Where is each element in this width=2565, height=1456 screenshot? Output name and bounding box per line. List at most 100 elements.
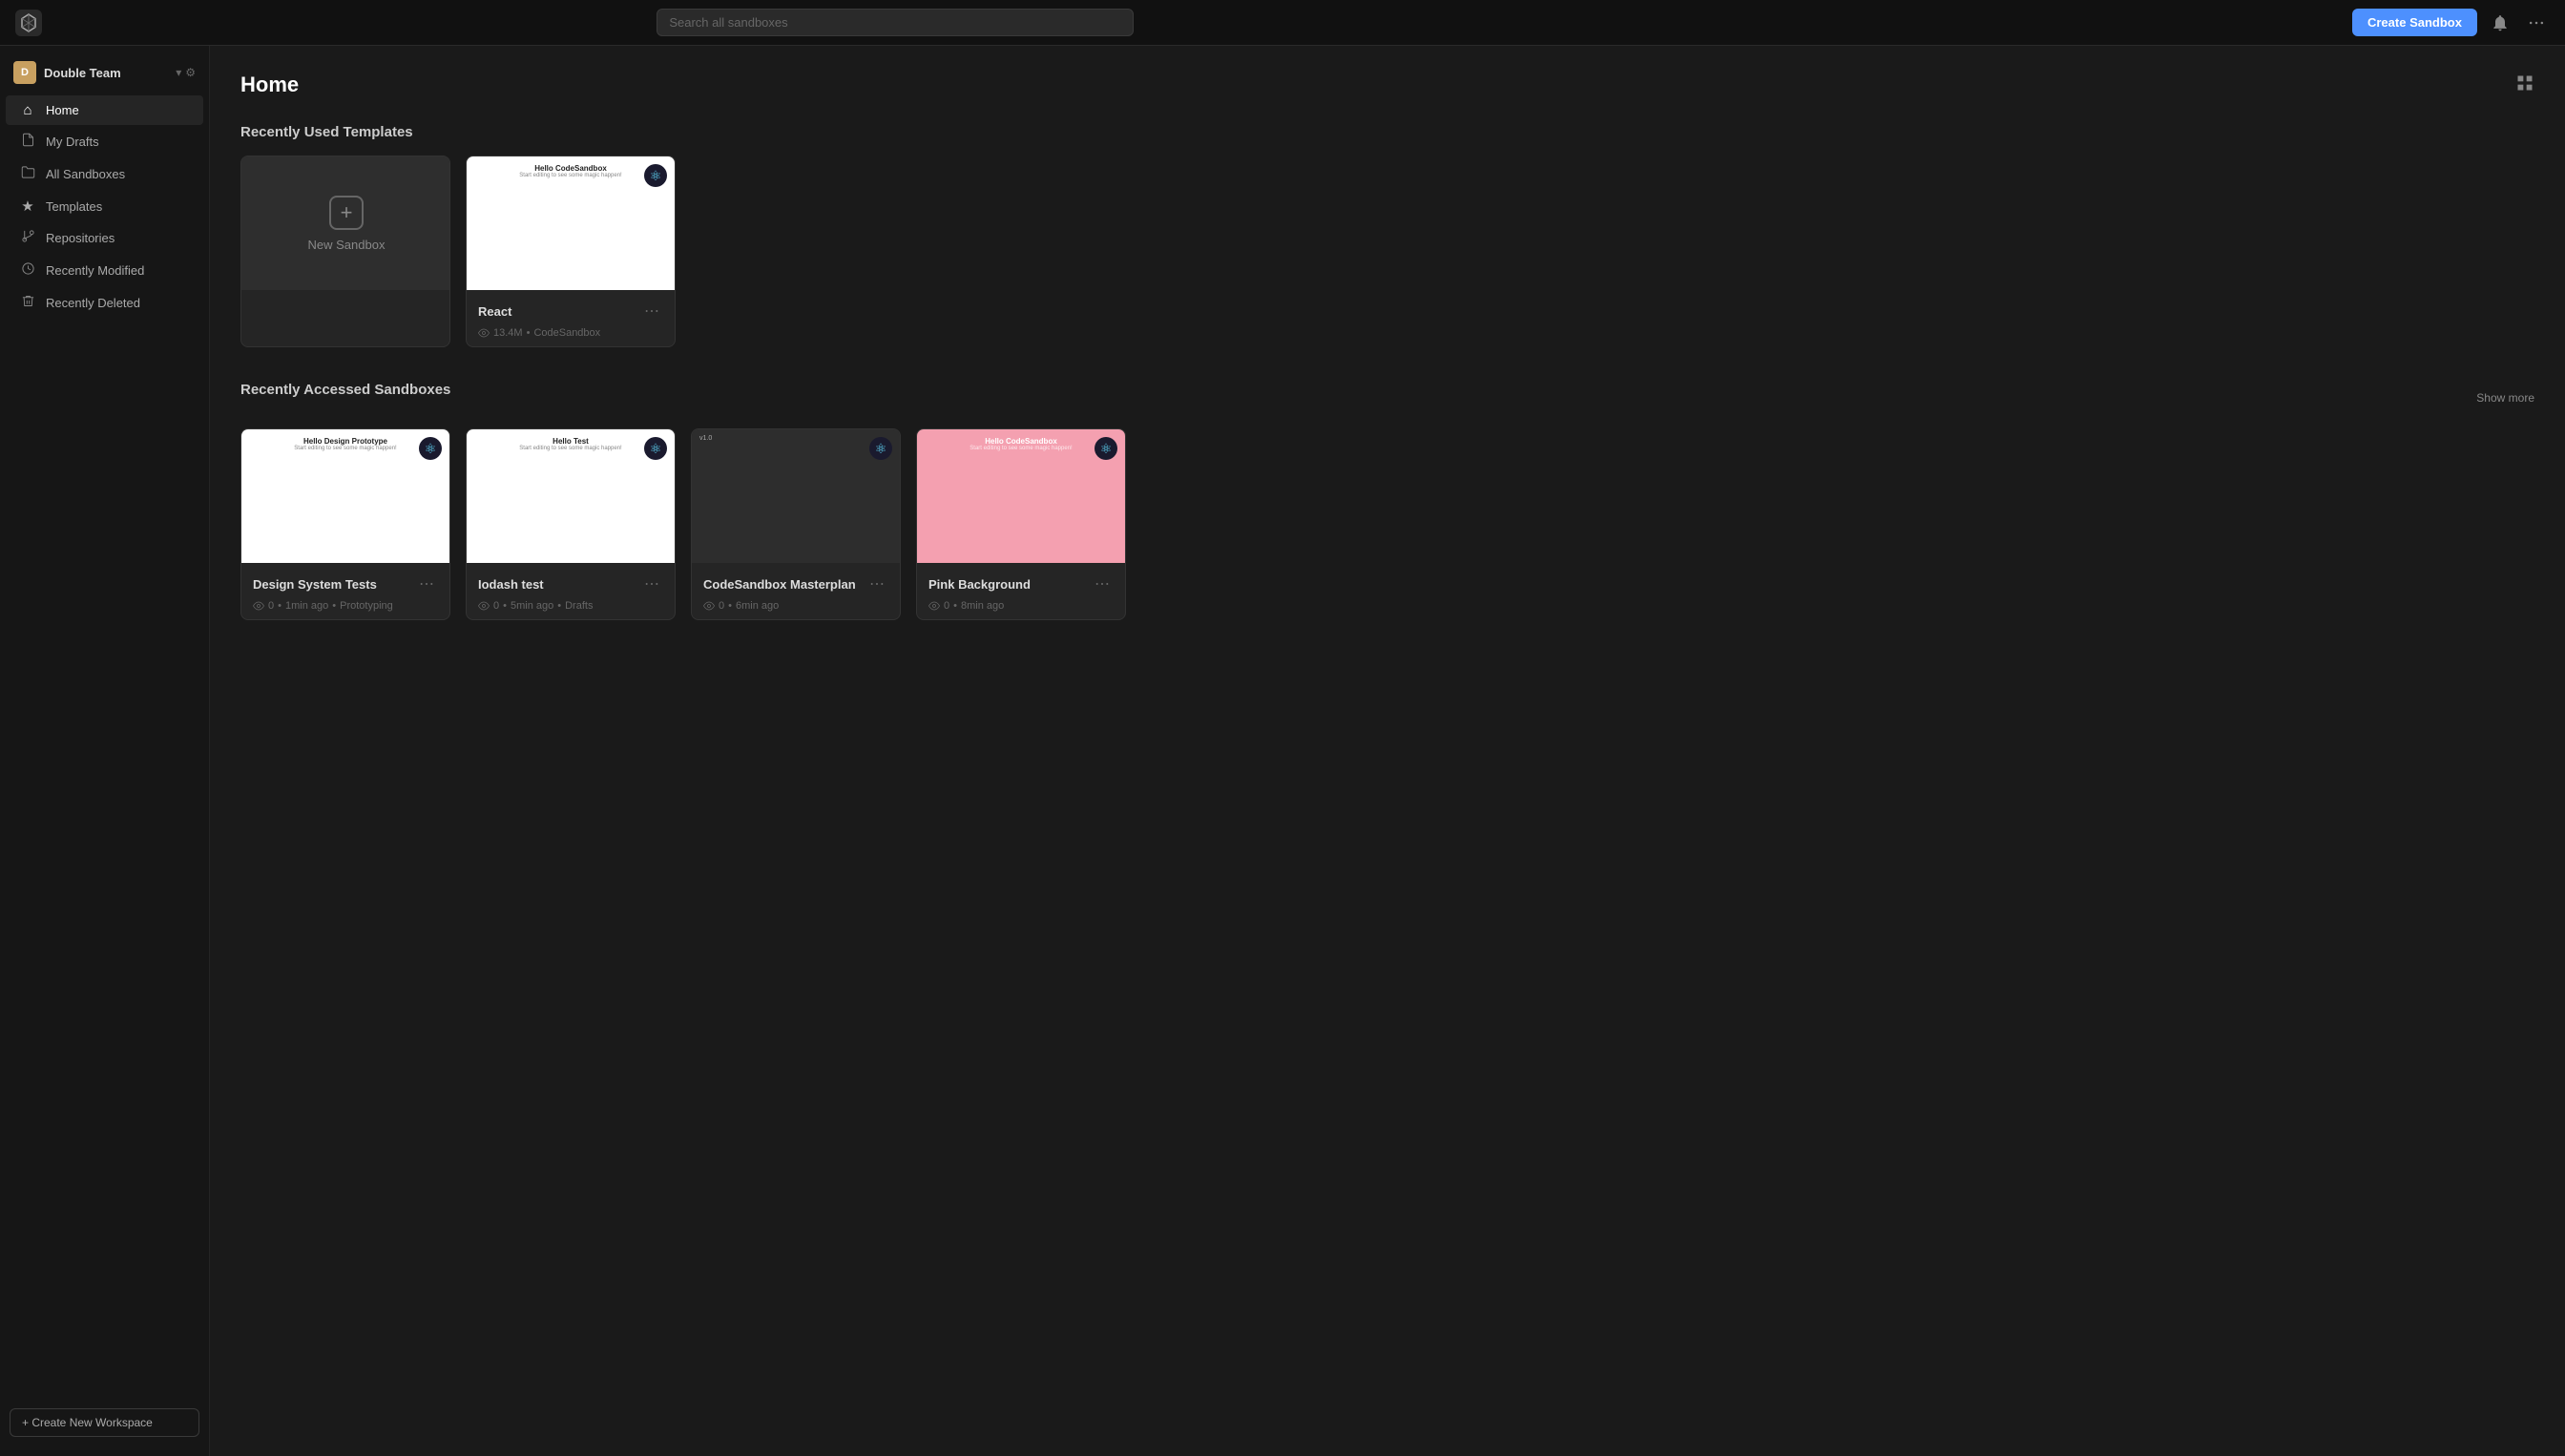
masterplan-time: 6min ago [736, 600, 779, 612]
show-more-button[interactable]: Show more [2476, 391, 2534, 405]
lodash-card-name: Iodash test [478, 577, 544, 592]
search-container [657, 9, 1134, 36]
team-name: Double Team [44, 66, 168, 80]
team-avatar: D [13, 61, 36, 84]
sidebar-item-recently-deleted[interactable]: Recently Deleted [6, 287, 203, 319]
react-views: 13.4M [493, 327, 523, 339]
design-card-menu-button[interactable]: ⋯ [415, 572, 438, 595]
sandbox-card-masterplan[interactable]: v1.0 ⚛ CodeSandbox Masterplan ⋯ [691, 428, 901, 620]
sidebar-item-recently-modified[interactable]: Recently Modified [6, 255, 203, 286]
lodash-views: 0 [493, 600, 499, 612]
new-sandbox-card[interactable]: + New Sandbox [240, 156, 450, 347]
sandboxes-section-header: Recently Accessed Sandboxes Show more [240, 382, 2534, 413]
more-options-button[interactable] [2523, 10, 2550, 36]
grid-toggle-button[interactable] [2515, 73, 2534, 97]
design-preview-inner: Hello Design Prototype Start editing to … [241, 429, 449, 459]
new-sandbox-preview: + New Sandbox [241, 156, 450, 290]
sidebar-item-templates[interactable]: ★ Templates [6, 191, 203, 221]
main-content: Home Recently Used Templates + New Sandb… [210, 46, 2565, 1456]
design-card-meta: 0 • 1min ago • Prototyping [253, 600, 438, 612]
templates-section: Recently Used Templates + New Sandbox He… [240, 124, 2534, 347]
lodash-time: 5min ago [511, 600, 553, 612]
star-icon: ★ [19, 198, 36, 215]
home-icon: ⌂ [19, 102, 36, 118]
masterplan-card-name-row: CodeSandbox Masterplan ⋯ [703, 572, 888, 595]
design-views: 0 [268, 600, 274, 612]
masterplan-card-info: CodeSandbox Masterplan ⋯ 0 • 6min ago [692, 563, 900, 619]
design-icon-badge: ⚛ [419, 437, 442, 460]
pink-card-menu-button[interactable]: ⋯ [1091, 572, 1114, 595]
design-card-name-row: Design System Tests ⋯ [253, 572, 438, 595]
lodash-react-icon: ⚛ [650, 441, 662, 457]
sidebar-item-home[interactable]: ⌂ Home [6, 95, 203, 125]
sandboxes-section: Recently Accessed Sandboxes Show more He… [240, 382, 2534, 620]
pink-views: 0 [944, 600, 949, 612]
sandbox-card-design-system[interactable]: Hello Design Prototype Start editing to … [240, 428, 450, 620]
topbar-right: Create Sandbox [2352, 9, 2550, 36]
create-sandbox-button[interactable]: Create Sandbox [2352, 9, 2477, 36]
lodash-preview-title: Hello Test [476, 437, 665, 446]
react-preview-title: Hello CodeSandbox [476, 164, 665, 173]
lodash-preview-sub: Start editing to see some magic happen! [476, 446, 665, 451]
chevron-down-icon: ▾ [176, 66, 181, 79]
masterplan-preview-title: v1.0 [699, 435, 892, 442]
masterplan-card-meta: 0 • 6min ago [703, 600, 888, 612]
templates-grid: + New Sandbox Hello CodeSandbox Start ed… [240, 156, 2534, 347]
masterplan-preview: v1.0 ⚛ [692, 429, 900, 563]
sandboxes-grid: Hello Design Prototype Start editing to … [240, 428, 2534, 620]
sandbox-card-pink[interactable]: Hello CodeSandbox Start editing to see s… [916, 428, 1126, 620]
pink-preview-title: Hello CodeSandbox [927, 437, 1116, 446]
pink-preview-sub: Start editing to see some magic happen! [927, 446, 1116, 451]
sandbox-card-lodash[interactable]: Hello Test Start editing to see some mag… [466, 428, 676, 620]
react-card-menu-button[interactable]: ⋯ [640, 300, 663, 322]
sidebar-bottom: + Create New Workspace [0, 1397, 209, 1448]
pink-icon-badge: ⚛ [1095, 437, 1117, 460]
sidebar-item-label: Recently Modified [46, 263, 144, 278]
team-icons: ▾ ⚙ [176, 66, 196, 79]
lodash-preview-inner: Hello Test Start editing to see some mag… [467, 429, 675, 459]
team-selector[interactable]: D Double Team ▾ ⚙ [0, 53, 209, 95]
lodash-tag: Drafts [565, 600, 593, 612]
masterplan-card-name: CodeSandbox Masterplan [703, 577, 856, 592]
sidebar-item-repositories[interactable]: Repositories [6, 222, 203, 254]
main-header: Home [240, 73, 2534, 97]
pink-card-name: Pink Background [928, 577, 1031, 592]
design-preview-sub: Start editing to see some magic happen! [251, 446, 440, 451]
layout: D Double Team ▾ ⚙ ⌂ Home My Drafts [0, 46, 2565, 1456]
settings-icon: ⚙ [185, 66, 196, 79]
react-preview-sub: Start editing to see some magic happen! [476, 173, 665, 178]
masterplan-views: 0 [719, 600, 724, 612]
search-input[interactable] [657, 9, 1134, 36]
sidebar-item-label: Recently Deleted [46, 296, 140, 310]
sidebar-item-all-sandboxes[interactable]: All Sandboxes [6, 158, 203, 190]
sidebar-item-label: Home [46, 103, 79, 117]
notifications-button[interactable] [2487, 10, 2513, 36]
masterplan-icon-badge: ⚛ [869, 437, 892, 460]
masterplan-card-menu-button[interactable]: ⋯ [865, 572, 888, 595]
pink-card-meta: 0 • 8min ago [928, 600, 1114, 612]
react-card-name: React [478, 304, 511, 319]
lodash-preview: Hello Test Start editing to see some mag… [467, 429, 675, 563]
pink-preview-inner: Hello CodeSandbox Start editing to see s… [917, 429, 1125, 459]
react-card-name-row: React ⋯ [478, 300, 663, 322]
react-preview-inner: Hello CodeSandbox Start editing to see s… [467, 156, 675, 186]
trash-icon [19, 294, 36, 312]
react-icon: ⚛ [650, 168, 662, 184]
pink-preview: Hello CodeSandbox Start editing to see s… [917, 429, 1125, 563]
sidebar-item-label: My Drafts [46, 135, 99, 149]
sandboxes-section-title: Recently Accessed Sandboxes [240, 382, 450, 398]
create-workspace-button[interactable]: + Create New Workspace [10, 1408, 199, 1437]
design-system-preview: Hello Design Prototype Start editing to … [241, 429, 449, 563]
design-react-icon: ⚛ [425, 441, 437, 457]
clock-icon [19, 261, 36, 280]
masterplan-preview-inner: v1.0 [692, 429, 900, 447]
lodash-card-menu-button[interactable]: ⋯ [640, 572, 663, 595]
folder-icon [19, 165, 36, 183]
lodash-card-info: Iodash test ⋯ 0 • 5min ago • Drafts [467, 563, 675, 619]
sidebar-item-label: Repositories [46, 231, 115, 245]
react-card-preview: Hello CodeSandbox Start editing to see s… [467, 156, 675, 290]
template-card-react[interactable]: Hello CodeSandbox Start editing to see s… [466, 156, 676, 347]
sidebar-item-my-drafts[interactable]: My Drafts [6, 126, 203, 157]
pink-react-icon: ⚛ [1100, 441, 1113, 457]
app-logo[interactable] [15, 10, 42, 36]
